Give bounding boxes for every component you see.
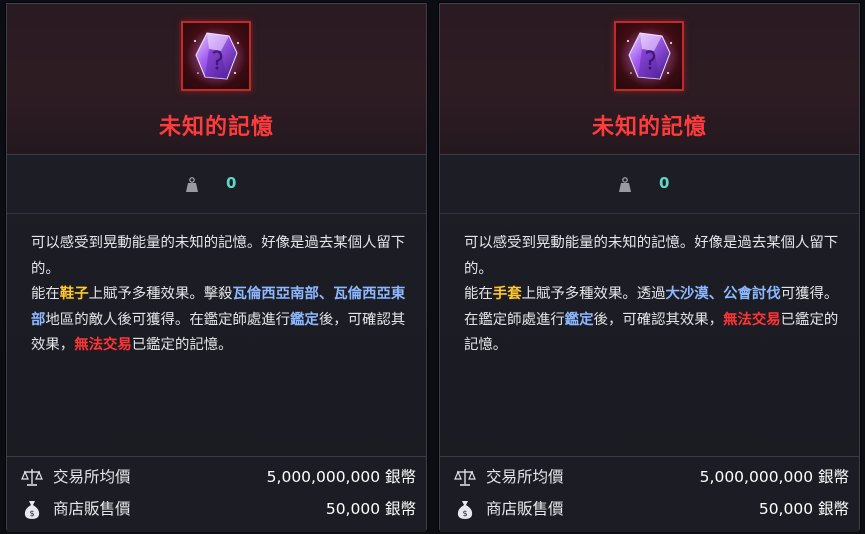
description-highlight: 無法交易 xyxy=(74,337,132,353)
price-value: 50,000 銀幣 xyxy=(758,500,849,518)
weight-value: 0 xyxy=(226,174,237,192)
description-highlight: 鑑定 xyxy=(564,311,594,328)
description-text: 已鑑定的記憶。 xyxy=(131,337,233,353)
item-icon-frame[interactable] xyxy=(614,21,684,91)
item-tooltip-card: 未知的記憶 0 可以感受到晃動能量的未知的記憶。好像是過去某個人留下的。能在手套… xyxy=(439,3,860,532)
description-highlight: 、 xyxy=(318,286,334,302)
description-text: 可以感受到晃動能量的未知的記憶。好像是過去某個人留下的。 xyxy=(31,235,406,277)
weight-icon xyxy=(619,177,631,192)
description-text: 鑑定師處進行 xyxy=(203,311,291,328)
price-row: 交易所均價 5,000,000,000 銀幣 xyxy=(440,461,859,491)
price-label: 交易所均價 xyxy=(53,468,131,486)
crystal-icon xyxy=(186,27,246,87)
item-description: 可以感受到晃動能量的未知的記憶。好像是過去某個人留下的。能在手套上賦予多種效果。… xyxy=(464,231,839,359)
weight-row: 0 xyxy=(7,155,426,214)
description-text: 能在 xyxy=(464,286,493,302)
crystal-icon xyxy=(619,27,679,87)
description-highlight: 鑑定 xyxy=(290,311,319,328)
svg-text:$: $ xyxy=(29,509,34,518)
description-highlight: 瓦倫西亞南部 xyxy=(232,286,319,302)
money-bag-icon: $ xyxy=(457,501,473,519)
scale-icon xyxy=(454,469,476,486)
price-label: 交易所均價 xyxy=(486,468,564,486)
description-text: 可以感受到晃動能量的未知的記憶。好像是過去某個人留下的。 xyxy=(464,235,839,277)
item-tooltip-card: 未知的記憶 0 可以感受到晃動能量的未知的記憶。好像是過去某個人留下的。能在鞋子… xyxy=(6,3,427,532)
price-value: 50,000 銀幣 xyxy=(325,500,416,518)
price-row: $ 商店販售價 50,000 銀幣 xyxy=(440,493,859,523)
price-value: 5,000,000,000 銀幣 xyxy=(266,468,416,486)
tooltip-header: 未知的記憶 xyxy=(440,4,859,155)
description-text: 上賦予多種效果。透過 xyxy=(521,286,666,302)
price-section: 交易所均價 5,000,000,000 銀幣 $ 商店販售價 50,000 銀幣 xyxy=(7,456,426,532)
weight-row: 0 xyxy=(440,155,859,214)
item-name: 未知的記憶 xyxy=(158,115,274,140)
price-section: 交易所均價 5,000,000,000 銀幣 $ 商店販售價 50,000 銀幣 xyxy=(440,456,859,532)
price-label: 商店販售價 xyxy=(486,500,564,518)
item-name: 未知的記憶 xyxy=(591,115,707,140)
price-row: 交易所均價 5,000,000,000 銀幣 xyxy=(7,461,426,491)
item-icon-frame[interactable] xyxy=(181,21,251,91)
description-highlight: 無法交易 xyxy=(723,311,781,328)
description-highlight: 公會討伐 xyxy=(723,286,781,302)
price-row: $ 商店販售價 50,000 銀幣 xyxy=(7,493,426,523)
description-highlight: 手套 xyxy=(492,286,522,302)
price-value: 5,000,000,000 銀幣 xyxy=(699,468,849,486)
description-text: 地區的敵人後可獲得。在 xyxy=(45,311,204,328)
description-text: 能在 xyxy=(31,286,60,302)
price-label: 商店販售價 xyxy=(53,500,131,518)
description-highlight: 大沙漠 xyxy=(665,286,709,302)
description-highlight: 鞋子 xyxy=(59,286,89,302)
scale-icon xyxy=(21,469,43,486)
description-text: 後，可確認其效果， xyxy=(593,311,724,328)
description-highlight: 、 xyxy=(708,286,724,302)
weight-value: 0 xyxy=(659,174,670,192)
svg-text:$: $ xyxy=(462,509,467,518)
description-text: 上賦予多種效果。擊殺 xyxy=(88,286,233,302)
money-bag-icon: $ xyxy=(24,501,40,519)
weight-icon xyxy=(186,177,198,192)
tooltip-header: 未知的記憶 xyxy=(7,4,426,155)
item-description: 可以感受到晃動能量的未知的記憶。好像是過去某個人留下的。能在鞋子上賦予多種效果。… xyxy=(31,231,406,359)
